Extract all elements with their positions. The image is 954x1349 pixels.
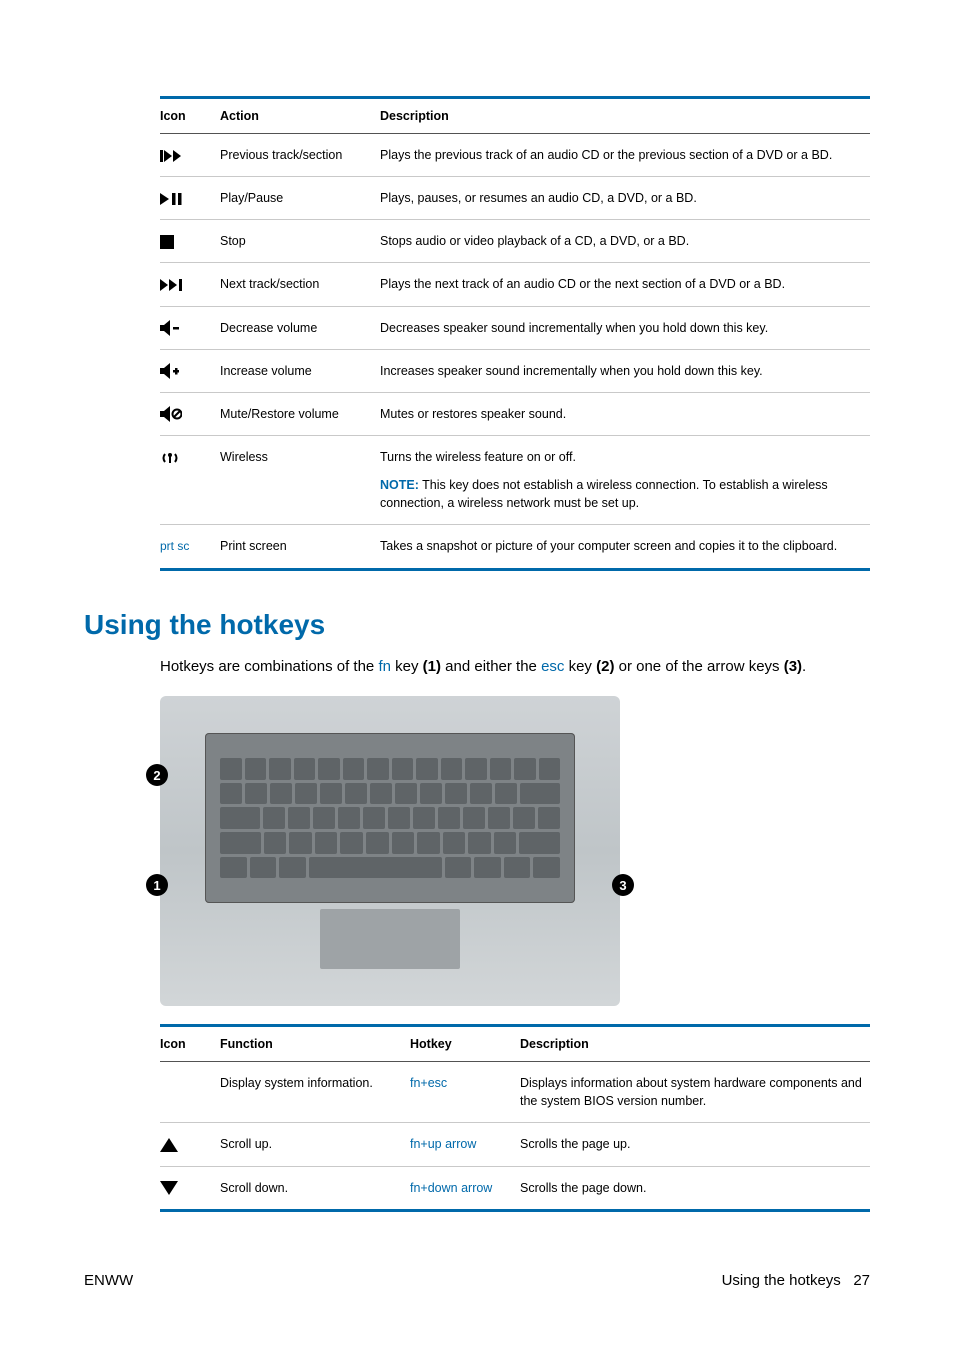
header-icon: Icon <box>160 1026 220 1062</box>
table-row: Increase volume Increases speaker sound … <box>160 349 870 392</box>
description-text: Displays information about system hardwa… <box>520 1062 870 1123</box>
table-row: Scroll up. fn+up arrow Scrolls the page … <box>160 1123 870 1166</box>
callout-3: 3 <box>612 874 634 896</box>
description-text: Stops audio or video playback of a CD, a… <box>380 220 870 263</box>
stop-icon <box>160 220 220 263</box>
action-label: Increase volume <box>220 349 380 392</box>
footer-section-title: Using the hotkeys <box>722 1272 841 1289</box>
empty-icon <box>160 1062 220 1123</box>
intro-text: or one of the arrow keys <box>614 658 783 675</box>
fn-key-text: fn <box>378 658 391 675</box>
callout-ref-2: (2) <box>596 658 614 675</box>
play-pause-icon <box>160 177 220 220</box>
intro-text: . <box>802 658 806 675</box>
table-row: Display system information. fn+esc Displ… <box>160 1062 870 1123</box>
hotkey-text: fn+esc <box>410 1062 520 1123</box>
description-text: Decreases speaker sound incrementally wh… <box>380 306 870 349</box>
next-track-icon <box>160 263 220 306</box>
table-row: Stop Stops audio or video playback of a … <box>160 220 870 263</box>
description-text: Plays the next track of an audio CD or t… <box>380 263 870 306</box>
scroll-up-icon <box>160 1123 220 1166</box>
intro-text: and either the <box>441 658 541 675</box>
action-label: Stop <box>220 220 380 263</box>
table-header-row: Icon Action Description <box>160 98 870 134</box>
header-icon: Icon <box>160 98 220 134</box>
header-description: Description <box>380 98 870 134</box>
description-text: Increases speaker sound incrementally wh… <box>380 349 870 392</box>
table-row: Wireless Turns the wireless feature on o… <box>160 435 870 524</box>
action-label: Previous track/section <box>220 134 380 177</box>
previous-track-icon <box>160 134 220 177</box>
table-row: Next track/section Plays the next track … <box>160 263 870 306</box>
header-function: Function <box>220 1026 410 1062</box>
header-action: Action <box>220 98 380 134</box>
description-text: Plays the previous track of an audio CD … <box>380 134 870 177</box>
touchpad-graphic <box>320 909 460 969</box>
action-label: Next track/section <box>220 263 380 306</box>
description-text: Scrolls the page down. <box>520 1166 870 1209</box>
function-label: Scroll up. <box>220 1123 410 1166</box>
note-text: This key does not establish a wireless c… <box>380 478 828 510</box>
note-label: NOTE: <box>380 478 419 492</box>
scroll-down-icon <box>160 1166 220 1209</box>
function-label: Scroll down. <box>220 1166 410 1209</box>
table-row: prt sc Print screen Takes a snapshot or … <box>160 525 870 568</box>
volume-up-icon <box>160 349 220 392</box>
description-text: Plays, pauses, or resumes an audio CD, a… <box>380 177 870 220</box>
description-cell: Turns the wireless feature on or off. NO… <box>380 435 870 524</box>
hotkeys-table: Icon Function Hotkey Description Display… <box>160 1024 870 1209</box>
table-row: Mute/Restore volume Mutes or restores sp… <box>160 392 870 435</box>
callout-ref-1: (1) <box>423 658 441 675</box>
intro-paragraph: Hotkeys are combinations of the fn key (… <box>160 656 870 679</box>
section-heading: Using the hotkeys <box>84 609 870 641</box>
table-header-row: Icon Function Hotkey Description <box>160 1026 870 1062</box>
wireless-icon <box>160 435 220 524</box>
intro-text: key <box>564 658 596 675</box>
description-text: Takes a snapshot or picture of your comp… <box>380 525 870 568</box>
action-label: Decrease volume <box>220 306 380 349</box>
action-label: Wireless <box>220 435 380 524</box>
table-row: Play/Pause Plays, pauses, or resumes an … <box>160 177 870 220</box>
keyboard-illustration: 2 1 3 <box>160 696 620 1006</box>
page-number: 27 <box>853 1272 870 1289</box>
callout-1: 1 <box>146 874 168 896</box>
header-description: Description <box>520 1026 870 1062</box>
action-label: Print screen <box>220 525 380 568</box>
print-screen-icon: prt sc <box>160 525 220 568</box>
description-text: Mutes or restores speaker sound. <box>380 392 870 435</box>
mute-icon <box>160 392 220 435</box>
header-hotkey: Hotkey <box>410 1026 520 1062</box>
action-label: Play/Pause <box>220 177 380 220</box>
table-row: Decrease volume Decreases speaker sound … <box>160 306 870 349</box>
hotkey-text: fn+down arrow <box>410 1166 520 1209</box>
description-text: Scrolls the page up. <box>520 1123 870 1166</box>
keyboard-graphic <box>205 733 575 903</box>
hotkey-text: fn+up arrow <box>410 1123 520 1166</box>
intro-text: Hotkeys are combinations of the <box>160 658 378 675</box>
intro-text: key <box>391 658 423 675</box>
table-row: Scroll down. fn+down arrow Scrolls the p… <box>160 1166 870 1209</box>
page-footer: ENWW Using the hotkeys 27 <box>84 1272 870 1289</box>
table-row: Previous track/section Plays the previou… <box>160 134 870 177</box>
description-text: Turns the wireless feature on or off. <box>380 448 864 466</box>
esc-key-text: esc <box>541 658 564 675</box>
prt-sc-label: prt sc <box>160 539 189 553</box>
action-keys-table: Icon Action Description Previous track/s… <box>160 96 870 568</box>
volume-down-icon <box>160 306 220 349</box>
function-label: Display system information. <box>220 1062 410 1123</box>
footer-left: ENWW <box>84 1272 133 1289</box>
footer-right: Using the hotkeys 27 <box>722 1272 870 1289</box>
callout-ref-3: (3) <box>784 658 802 675</box>
action-label: Mute/Restore volume <box>220 392 380 435</box>
callout-2: 2 <box>146 764 168 786</box>
